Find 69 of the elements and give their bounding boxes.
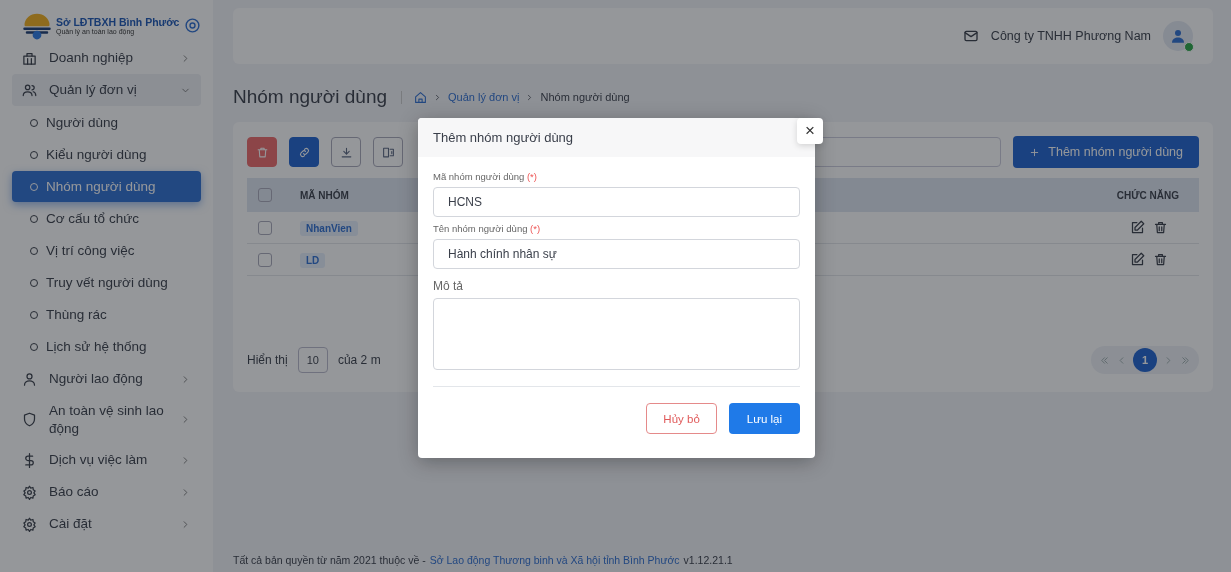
mail-icon bbox=[962, 28, 979, 44]
person-icon bbox=[1169, 27, 1187, 45]
online-status-dot bbox=[1184, 42, 1194, 52]
cancel-button[interactable]: Hủy bỏ bbox=[646, 403, 717, 434]
checkbox[interactable] bbox=[258, 252, 272, 267]
person-icon bbox=[22, 371, 37, 387]
shield-icon bbox=[22, 412, 37, 428]
sidebar-item[interactable]: An toàn vệ sinh lao động bbox=[12, 395, 201, 445]
add-group-button[interactable]: Thêm nhóm người dùng bbox=[1013, 136, 1199, 168]
download-button[interactable] bbox=[331, 137, 361, 167]
last-page-icon bbox=[1180, 354, 1191, 366]
sidebar-subitem[interactable]: Lịch sử hệ thống bbox=[12, 331, 201, 362]
record-count: của 2 m bbox=[337, 353, 381, 367]
sidebar-subitem[interactable]: Vị trí công việc bbox=[12, 235, 201, 266]
sidebar-item[interactable]: Cài đặt bbox=[12, 508, 201, 541]
sidebar-item[interactable]: Người lao động bbox=[12, 363, 201, 395]
group-code-tag: NhanVien bbox=[300, 220, 358, 236]
trash-icon bbox=[1153, 220, 1168, 235]
dollar-icon bbox=[22, 452, 37, 468]
description-field[interactable] bbox=[433, 298, 800, 370]
sidebar-subitem[interactable]: Kiểu người dùng bbox=[12, 139, 201, 170]
breadcrumb-current: Nhóm người dùng bbox=[540, 91, 630, 103]
gear-icon bbox=[22, 484, 37, 500]
building-icon bbox=[22, 50, 37, 66]
close-button[interactable]: × bbox=[797, 118, 823, 144]
sidebar-subitem[interactable]: Người dùng bbox=[12, 107, 201, 138]
input-field[interactable]: HCNS bbox=[433, 187, 800, 217]
sidebar-subitem[interactable]: Cơ cấu tổ chức bbox=[12, 203, 201, 234]
brand-title: Sở LĐTBXH Bình Phước bbox=[56, 15, 180, 28]
gear-icon bbox=[22, 516, 37, 532]
export-icon bbox=[381, 145, 395, 159]
checkbox[interactable] bbox=[258, 220, 272, 235]
page-size-select[interactable]: 10 bbox=[297, 347, 328, 373]
checkbox[interactable] bbox=[258, 188, 272, 202]
users-icon bbox=[22, 82, 37, 98]
save-button[interactable]: Lưu lại bbox=[728, 403, 800, 434]
sidebar-subitem[interactable]: Thùng rác bbox=[12, 299, 201, 330]
group-code-tag: LD bbox=[300, 252, 326, 268]
version-text: v1.12.21.1 bbox=[683, 554, 733, 566]
home-icon bbox=[414, 90, 428, 104]
trash-icon bbox=[1153, 252, 1168, 267]
plus-icon bbox=[1029, 146, 1041, 158]
trash-icon bbox=[255, 145, 269, 159]
link-icon bbox=[297, 145, 311, 159]
field-label: Tên nhóm người dùng (*) bbox=[433, 223, 542, 234]
user-avatar[interactable] bbox=[1163, 21, 1193, 51]
edit-icon bbox=[1130, 220, 1145, 235]
delete-button[interactable] bbox=[247, 137, 277, 167]
breadcrumb-link[interactable]: Quản lý đơn vị bbox=[448, 91, 520, 103]
export-button[interactable] bbox=[373, 137, 403, 167]
copyright-text: Tất cả bản quyền từ năm 2021 thuộc về - bbox=[233, 554, 426, 566]
sidebar-item[interactable]: Doanh nghiệp bbox=[12, 42, 201, 74]
first-page-icon bbox=[1099, 354, 1110, 366]
page-button[interactable]: 1 bbox=[1133, 348, 1157, 372]
sidebar-item[interactable]: Dịch vụ việc làm bbox=[12, 444, 201, 477]
page-title: Nhóm người dùng bbox=[233, 86, 388, 108]
download-icon bbox=[339, 145, 353, 159]
page-size-label: Hiển thị bbox=[247, 353, 288, 367]
field-label: Mô tả bbox=[433, 279, 464, 293]
user-name[interactable]: Công ty TNHH Phương Nam bbox=[990, 29, 1151, 43]
sidebar-subitem[interactable]: Truy vết người dùng bbox=[12, 267, 201, 298]
edit-icon bbox=[1130, 252, 1145, 267]
footer-link[interactable]: Sở Lao động Thương binh và Xã hội tỉnh Bình Phước bbox=[429, 554, 680, 566]
target-icon bbox=[184, 16, 201, 34]
link-button[interactable] bbox=[289, 137, 319, 167]
sidebar-subitem[interactable]: Nhóm người dùng bbox=[12, 171, 201, 202]
sidebar-item[interactable]: Quản lý đơn vị bbox=[12, 74, 201, 106]
input-field[interactable]: Hành chính nhân sự bbox=[433, 239, 800, 269]
sidebar-item[interactable]: Báo cáo bbox=[12, 476, 201, 509]
